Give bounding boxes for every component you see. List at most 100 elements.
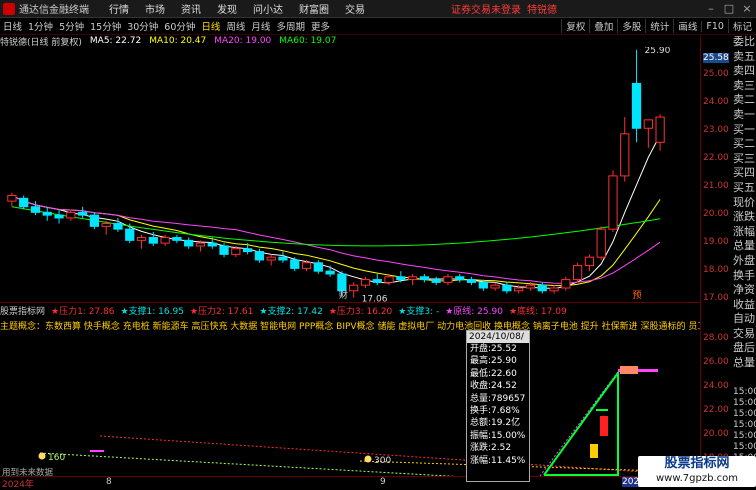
login-warning[interactable]: 证券交易未登录 <box>451 1 521 16</box>
candlestick-chart[interactable]: 25.90 17.06 财 预 <box>0 47 700 302</box>
indicator-item: ★压力1: 27.86 <box>51 306 115 317</box>
candle-body <box>443 276 453 283</box>
price-axis-label: 24.00 <box>703 97 729 108</box>
high-label: 25.90 <box>645 47 671 56</box>
quote-field-label[interactable]: 现价 <box>733 196 756 211</box>
menu-market[interactable]: 市场 <box>145 1 165 16</box>
maximize-icon[interactable]: □ <box>720 2 738 15</box>
candle-body <box>184 239 194 247</box>
menu-wealth[interactable]: 财富圈 <box>299 1 329 16</box>
candle-body <box>525 284 536 289</box>
quote-field-label[interactable]: 自动 <box>733 312 756 327</box>
quote-field-label[interactable]: 买一 <box>733 123 756 138</box>
candle-body <box>490 284 500 289</box>
quote-field-label[interactable]: 买五 <box>733 181 756 196</box>
tool-stats[interactable]: 统计 <box>645 19 673 33</box>
period-1min[interactable]: 1分钟 <box>25 19 56 33</box>
indicator-item: ★支撑3: - <box>398 306 440 317</box>
low-label: 17.06 <box>362 295 388 302</box>
close-icon[interactable]: × <box>738 2 756 15</box>
quote-field-label[interactable]: 卖五 <box>733 50 756 65</box>
period-monthly[interactable]: 月线 <box>248 19 273 33</box>
candle-body <box>172 237 182 241</box>
site-watermark: 股票指标网 www.7gpzb.com <box>638 456 756 487</box>
watermark-url: www.7gpzb.com <box>656 473 738 484</box>
candle-body <box>101 223 111 227</box>
menu-news[interactable]: 资讯 <box>181 1 201 16</box>
tooltip-date: 2024/10/08/二 <box>467 331 529 354</box>
time-label: 15:00 <box>733 442 756 452</box>
quote-field-label[interactable]: 交易 <box>733 327 756 342</box>
candle-body <box>148 237 158 244</box>
candle-body <box>325 270 335 275</box>
quote-field-label[interactable]: 买二 <box>733 137 756 152</box>
period-5min[interactable]: 5分钟 <box>56 19 87 33</box>
indicator-item: ★底线: 17.09 <box>508 306 567 317</box>
menu-discover[interactable]: 发现 <box>217 1 237 16</box>
candle-body <box>502 284 512 292</box>
tool-mark[interactable]: 标记 <box>727 19 756 33</box>
indicator-item: ★支撑2: 17.42 <box>259 306 323 317</box>
period-15min[interactable]: 15分钟 <box>87 19 124 33</box>
period-more[interactable]: 更多 <box>308 19 333 33</box>
period-weekly[interactable]: 周线 <box>223 19 248 33</box>
quote-field-label[interactable]: 换手 <box>733 269 756 284</box>
tool-multi-stock[interactable]: 多股 <box>617 19 645 33</box>
tooltip-volume: 总量:789657 <box>470 393 526 404</box>
minimize-icon[interactable]: – <box>702 2 720 15</box>
tool-f10[interactable]: F10 <box>701 20 728 32</box>
time-label: 15:00 <box>733 398 756 408</box>
candle-body <box>572 265 583 281</box>
signal-label: 300 <box>374 456 391 466</box>
indicator-item: ★支撑1: 16.95 <box>120 306 184 317</box>
quote-field-label[interactable]: 盘后 <box>733 341 756 356</box>
period-multi[interactable]: 多周期 <box>273 19 308 33</box>
indicator-axis-label: 22.00 <box>703 405 729 415</box>
quote-field-label[interactable]: 收益 <box>733 298 756 313</box>
quote-field-label[interactable]: 买三 <box>733 152 756 167</box>
quote-field-label[interactable]: 买四 <box>733 166 756 181</box>
quote-field-label[interactable]: 涨幅 <box>733 225 756 240</box>
tooltip-change: 涨跌:2.52 <box>470 443 512 454</box>
menu-ask[interactable]: 问小达 <box>253 1 283 16</box>
tooltip-amplitude: 振幅:15.00% <box>470 430 526 441</box>
candle-body <box>608 175 618 230</box>
tool-overlay[interactable]: 叠加 <box>589 19 617 33</box>
candle-body <box>349 284 359 292</box>
menu-quotes[interactable]: 行情 <box>109 1 129 16</box>
candle-body <box>561 279 571 289</box>
quote-field-label[interactable]: 卖三 <box>733 79 756 94</box>
period-30min[interactable]: 30分钟 <box>124 19 161 33</box>
resistance-line <box>99 435 661 474</box>
forecast-marker: 预 <box>633 290 642 301</box>
quote-field-label[interactable]: 涨跌 <box>733 210 756 225</box>
ma5-value: MA5: 22.72 <box>89 36 142 46</box>
indicator-chart[interactable]: 160300060200090 <box>0 333 700 476</box>
quote-field-label[interactable]: 总量 <box>733 356 756 371</box>
period-daily-left[interactable]: 日线 <box>0 19 25 33</box>
candle-body <box>620 133 630 177</box>
quote-field-label[interactable]: 净资 <box>733 283 756 298</box>
date-label-aug: 8 <box>106 477 112 487</box>
quote-field-label[interactable]: 卖四 <box>733 64 756 79</box>
indicator-name[interactable]: 股票指标网 <box>0 304 45 317</box>
chart-title: 特锐德(日线 前复权) <box>0 37 82 48</box>
candle-body <box>584 256 595 267</box>
candle-body <box>254 251 265 261</box>
period-60min[interactable]: 60分钟 <box>161 19 198 33</box>
quote-field-label[interactable]: 委比 <box>733 35 756 50</box>
time-label: 15:00 <box>733 420 756 430</box>
price-axis: 25.58 25.00 24.00 23.00 22.00 21.00 20.00 19.00… <box>700 35 731 476</box>
tool-restore-rights[interactable]: 复权 <box>561 19 589 33</box>
menu-trade[interactable]: 交易 <box>345 1 365 16</box>
quote-field-label[interactable]: 总量 <box>733 239 756 254</box>
signal-dot <box>38 452 46 460</box>
quote-side-panel[interactable]: 委比 卖五 卖四 卖三 卖二 卖一 买一 买二 买三 买四 买五 现价 涨跌 涨幅 总量 外盘 换手 净资 收益 自动… <box>733 35 756 476</box>
quote-field-label[interactable]: 外盘 <box>733 254 756 269</box>
tool-draw[interactable]: 画线 <box>673 19 701 33</box>
period-daily[interactable]: 日线 <box>198 19 223 33</box>
candle-body <box>455 276 465 281</box>
quote-field-label[interactable]: 卖二 <box>733 93 756 108</box>
quote-field-label[interactable]: 卖一 <box>733 108 756 123</box>
candle-body <box>266 256 276 261</box>
